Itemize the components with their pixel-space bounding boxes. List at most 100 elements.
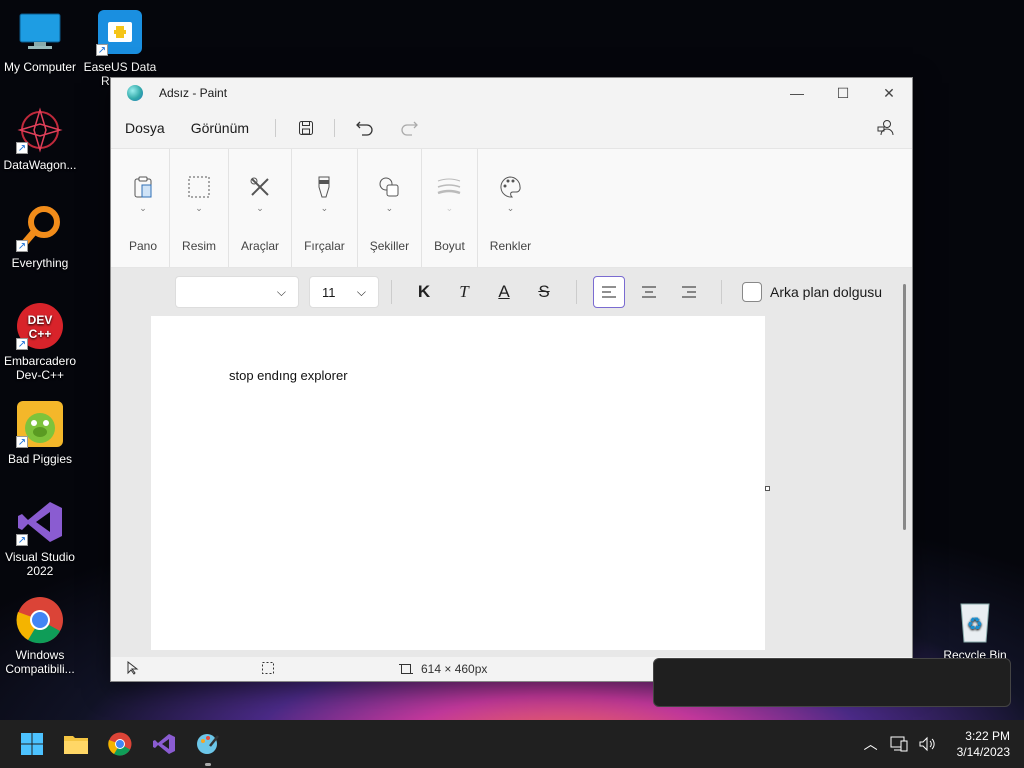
desktop-icon-windows-compat[interactable]: Windows Compatibili... xyxy=(0,596,80,676)
desktop-icon-devcpp[interactable]: DEV C++ ↗ Embarcadero Dev-C++ xyxy=(0,302,80,382)
notification-toast[interactable] xyxy=(653,658,1011,707)
desktop-icon-label: Bad Piggies xyxy=(7,452,73,466)
taskbar-chrome[interactable] xyxy=(104,728,136,760)
select-rectangle-icon xyxy=(185,173,213,201)
align-center-button[interactable] xyxy=(633,276,665,308)
shortcut-arrow-icon: ↗ xyxy=(16,534,28,546)
save-icon xyxy=(299,121,314,135)
strikethrough-button[interactable]: S xyxy=(528,276,560,308)
ribbon-group-colors[interactable]: ⌄ Renkler xyxy=(478,149,543,267)
desktop-icon-label: Embarcadero Dev-C++ xyxy=(3,354,77,382)
taskbar-clock[interactable]: 3:22 PM 3/14/2023 xyxy=(957,728,1010,760)
close-icon: ✕ xyxy=(883,84,895,101)
devcpp-icon: DEV C++ ↗ xyxy=(16,302,64,350)
taskbar-visual-studio[interactable] xyxy=(148,728,180,760)
align-right-button[interactable] xyxy=(673,276,705,308)
window-title: Adsız - Paint xyxy=(159,86,228,100)
canvas-size-text: 614 × 460px xyxy=(421,662,488,676)
shortcut-arrow-icon: ↗ xyxy=(16,338,28,350)
canvas-resize-handle[interactable] xyxy=(765,486,770,491)
drawing-canvas[interactable]: stop endıng explorer xyxy=(151,316,765,650)
chevron-down-icon: ⌄ xyxy=(139,203,147,213)
network-icon xyxy=(890,736,908,752)
chevron-down-icon: ⌵ xyxy=(356,284,366,299)
minimize-button[interactable]: — xyxy=(774,78,820,108)
chevron-down-icon: ⌄ xyxy=(385,203,394,213)
easeus-icon: ↗ xyxy=(96,8,144,56)
italic-button[interactable]: T xyxy=(448,276,480,308)
ribbon-group-clipboard[interactable]: ⌄ Pano xyxy=(117,149,171,267)
chevron-down-icon: ⌄ xyxy=(256,203,264,213)
recycle-bin-icon: ♻ xyxy=(951,596,999,644)
chevron-down-icon: ⌄ xyxy=(445,203,454,213)
desktop-icon-label: Windows Compatibili... xyxy=(5,648,75,676)
underline-button[interactable]: A xyxy=(488,276,520,308)
file-menu[interactable]: Dosya xyxy=(125,120,165,136)
show-hidden-icons-button[interactable]: ︿ xyxy=(859,732,883,756)
align-center-icon xyxy=(642,286,656,298)
ribbon-group-tools[interactable]: ⌄ Araçlar xyxy=(229,149,293,267)
maximize-icon: ☐ xyxy=(836,84,850,101)
svg-text:C++: C++ xyxy=(29,327,52,341)
desktop-icon-everything[interactable]: ↗ Everything xyxy=(0,204,80,270)
vertical-scrollbar[interactable] xyxy=(903,284,906,530)
desktop-icon-easeus[interactable]: ↗ EaseUS Data Reco... xyxy=(80,8,160,88)
save-button[interactable] xyxy=(290,114,322,142)
volume-button[interactable] xyxy=(915,732,939,756)
text-toolbar: ⌵ 11 ⌵ K T A S Arka plan dolgusu xyxy=(175,274,882,310)
start-icon xyxy=(21,733,43,755)
desktop-icon-recycle-bin[interactable]: ♻ Recycle Bin xyxy=(935,596,1015,662)
maximize-button[interactable]: ☐ xyxy=(820,78,866,108)
redo-button[interactable] xyxy=(393,114,425,142)
datawagon-icon: ↗ xyxy=(16,106,64,154)
paint-icon xyxy=(197,734,219,754)
taskbar-paint[interactable] xyxy=(192,728,224,766)
network-button[interactable] xyxy=(887,732,911,756)
background-fill-checkbox[interactable] xyxy=(742,282,762,302)
ribbon-group-shapes[interactable]: ⌄ Şekiller xyxy=(358,149,423,267)
active-indicator xyxy=(205,763,211,766)
chevron-down-icon: ⌄ xyxy=(195,203,203,213)
menu-separator xyxy=(275,119,277,137)
ribbon-group-image[interactable]: ⌄ Resim xyxy=(170,149,230,267)
desktop-icon-bad-piggies[interactable]: ↗ Bad Piggies xyxy=(0,400,80,466)
undo-button[interactable] xyxy=(349,114,381,142)
chevron-down-icon: ⌄ xyxy=(320,203,329,213)
taskbar-file-explorer[interactable] xyxy=(60,728,92,760)
ribbon: ⌄ Pano ⌄ Resim ⌄ Araçlar ⌄ Fırçalar ⌄ Şe… xyxy=(111,148,912,268)
ribbon-group-size[interactable]: ⌄ Boyut xyxy=(422,149,478,267)
italic-icon: T xyxy=(459,282,469,301)
align-left-icon xyxy=(602,286,616,298)
ribbon-group-brushes[interactable]: ⌄ Fırçalar xyxy=(292,149,358,267)
desktop-icon-datawagon[interactable]: ↗ DataWagon... xyxy=(0,106,80,172)
paint-window: Adsız - Paint — ☐ ✕ Dosya Görünüm ⌄ Pano xyxy=(110,77,913,682)
toolbar-separator xyxy=(391,280,392,304)
ribbon-group-label: Pano xyxy=(129,239,158,253)
start-button[interactable] xyxy=(16,728,48,760)
visual-studio-icon xyxy=(153,734,175,754)
ribbon-group-label: Boyut xyxy=(434,239,465,253)
desktop-icon-visual-studio[interactable]: ↗ Visual Studio 2022 xyxy=(0,498,80,578)
paint-app-icon xyxy=(127,85,143,101)
account-button[interactable] xyxy=(870,114,902,142)
ribbon-group-label: Resim xyxy=(182,239,217,253)
shortcut-arrow-icon: ↗ xyxy=(16,142,28,154)
cursor-position-icon xyxy=(127,660,139,678)
taskbar: ︿ 3:22 PM 3/14/2023 xyxy=(0,720,1024,768)
view-menu[interactable]: Görünüm xyxy=(191,120,249,136)
font-size-select[interactable]: 11 ⌵ xyxy=(309,276,379,308)
font-size-value: 11 xyxy=(322,284,336,300)
bold-button[interactable]: K xyxy=(408,276,440,308)
palette-icon xyxy=(496,173,524,201)
monitor-icon xyxy=(16,8,64,56)
canvas-text[interactable]: stop endıng explorer xyxy=(229,368,348,383)
title-bar[interactable]: Adsız - Paint — ☐ ✕ xyxy=(111,78,912,108)
close-button[interactable]: ✕ xyxy=(866,78,912,108)
font-family-select[interactable]: ⌵ xyxy=(175,276,299,308)
chevron-down-icon: ⌵ xyxy=(276,284,286,299)
desktop-icon-my-computer[interactable]: My Computer xyxy=(0,8,80,74)
bold-icon: K xyxy=(417,282,431,301)
align-left-button[interactable] xyxy=(593,276,625,308)
redo-icon xyxy=(401,121,418,136)
brush-icon xyxy=(310,173,338,201)
